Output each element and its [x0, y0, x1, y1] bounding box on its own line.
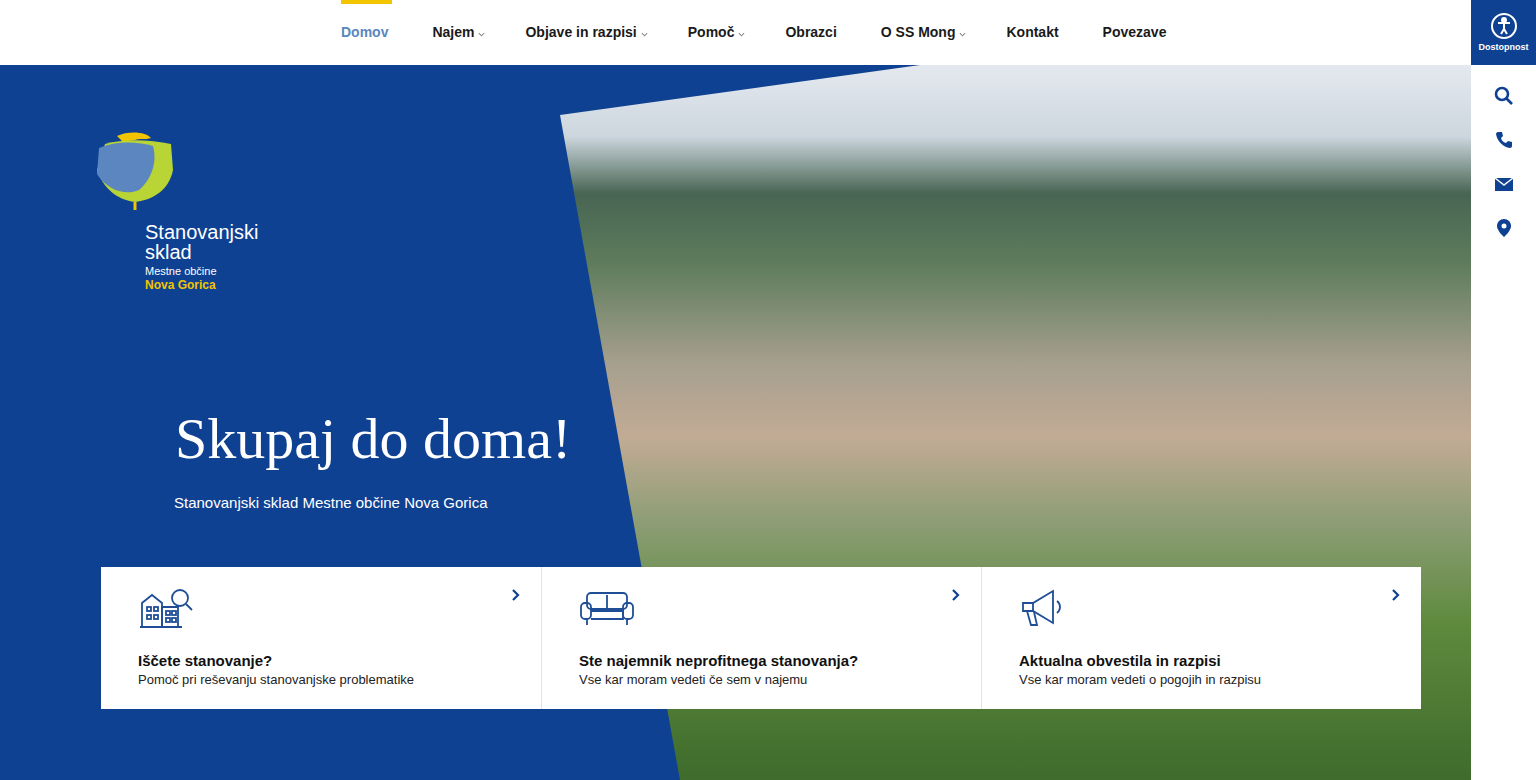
megaphone-icon: [1019, 587, 1075, 629]
logo-mark-icon: [95, 130, 175, 210]
card-description: Vse kar moram vedeti o pogojih in razpis…: [1019, 671, 1384, 689]
card-title: Ste najemnik neprofitnega stanovanja?: [579, 651, 944, 671]
chevron-down-icon: [959, 31, 966, 38]
chevron-right-icon: [511, 589, 521, 601]
logo-text: StanovanjskiskladMestne občineNova Goric…: [145, 222, 295, 292]
hero-title: Skupaj do doma!: [175, 407, 1471, 471]
tool-icons: [1494, 86, 1514, 238]
search-icon[interactable]: [1494, 86, 1514, 106]
nav-item[interactable]: Obrazci: [785, 0, 840, 65]
nav-item[interactable]: Najem: [432, 0, 485, 65]
card-title: Aktualna obvestila in razpisi: [1019, 651, 1384, 671]
accessibility-icon: [1490, 12, 1518, 40]
sofa-icon: [579, 587, 635, 629]
nav-item[interactable]: Domov: [341, 0, 392, 65]
logo[interactable]: StanovanjskiskladMestne občineNova Goric…: [95, 130, 295, 292]
chevron-down-icon: [478, 31, 485, 38]
card-title: Iščete stanovanje?: [138, 651, 504, 671]
dropdown-marker: [478, 28, 485, 38]
nav-item[interactable]: Pomoč: [688, 0, 746, 65]
quick-links: Iščete stanovanje?Pomoč pri reševanju st…: [101, 567, 1421, 709]
chevron-down-icon: [738, 31, 745, 38]
dropdown-marker: [959, 28, 966, 38]
chevron-right-icon: [1391, 589, 1401, 601]
dropdown-marker: [641, 28, 648, 38]
main-menu: Domov Najem Objave in razpisi Pomoč Obrazci O…: [341, 0, 1170, 65]
chevron-down-icon: [641, 31, 648, 38]
hero-subtitle: Stanovanjski sklad Mestne občine Nova Go…: [174, 493, 1471, 513]
nav-item[interactable]: Objave in razpisi: [525, 0, 647, 65]
nav-item[interactable]: Povezave: [1103, 0, 1171, 65]
chevron-right-icon: [951, 589, 961, 601]
side-toolbar: Dostopnost: [1471, 0, 1536, 780]
accessibility-button[interactable]: Dostopnost: [1471, 0, 1536, 65]
nav-item[interactable]: O SS Mong: [881, 0, 967, 65]
card-description: Vse kar moram vedeti če sem v najemu: [579, 671, 944, 689]
card-description: Pomoč pri reševanju stanovanjske problem…: [138, 671, 504, 689]
quick-link-card[interactable]: Iščete stanovanje?Pomoč pri reševanju st…: [101, 567, 541, 709]
nav-item[interactable]: Kontakt: [1006, 0, 1062, 65]
active-indicator: [341, 0, 392, 4]
quick-link-card[interactable]: Ste najemnik neprofitnega stanovanja?Vse…: [541, 567, 981, 709]
top-nav: Domov Najem Objave in razpisi Pomoč Obrazci O…: [0, 0, 1471, 65]
hero: StanovanjskiskladMestne občineNova Goric…: [0, 65, 1471, 780]
house-icon: [138, 587, 194, 629]
main-area: Domov Najem Objave in razpisi Pomoč Obrazci O…: [0, 0, 1471, 780]
mail-icon[interactable]: [1494, 174, 1514, 194]
dropdown-marker: [738, 28, 745, 38]
phone-icon[interactable]: [1494, 130, 1514, 150]
quick-link-card[interactable]: Aktualna obvestila in razpisiVse kar mor…: [981, 567, 1421, 709]
location-pin-icon[interactable]: [1494, 218, 1514, 238]
